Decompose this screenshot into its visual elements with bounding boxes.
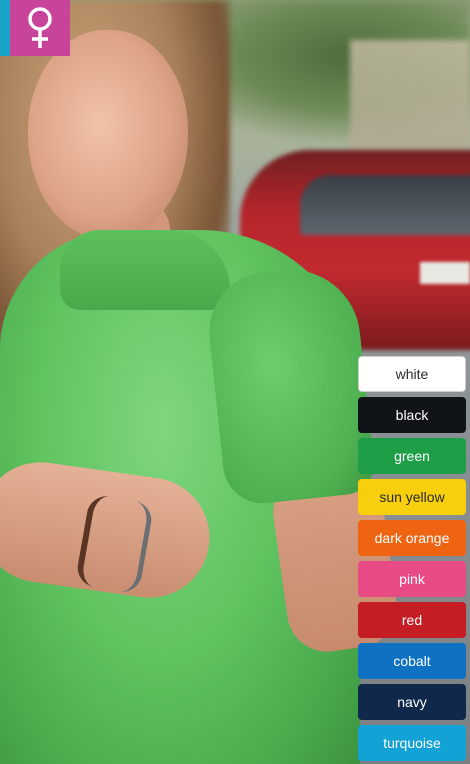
color-swatch-turquoise[interactable]: turquoise xyxy=(358,725,466,761)
color-swatch-green[interactable]: green xyxy=(358,438,466,474)
model-face xyxy=(28,30,188,240)
female-badge xyxy=(10,0,70,56)
car-license-plate xyxy=(420,262,470,284)
female-symbol-icon xyxy=(28,7,52,48)
color-swatch-pink[interactable]: pink xyxy=(358,561,466,597)
color-swatch-red[interactable]: red xyxy=(358,602,466,638)
color-swatch-black[interactable]: black xyxy=(358,397,466,433)
color-swatch-white[interactable]: white xyxy=(358,356,466,392)
color-swatch-cobalt[interactable]: cobalt xyxy=(358,643,466,679)
color-swatch-dark-orange[interactable]: dark orange xyxy=(358,520,466,556)
car-window xyxy=(300,175,470,235)
badge-accent-strip xyxy=(0,0,10,56)
color-swatch-navy[interactable]: navy xyxy=(358,684,466,720)
color-swatch-sun-yellow[interactable]: sun yellow xyxy=(358,479,466,515)
color-options: white black green sun yellow dark orange pink… xyxy=(358,356,466,761)
polo-collar xyxy=(60,230,230,310)
